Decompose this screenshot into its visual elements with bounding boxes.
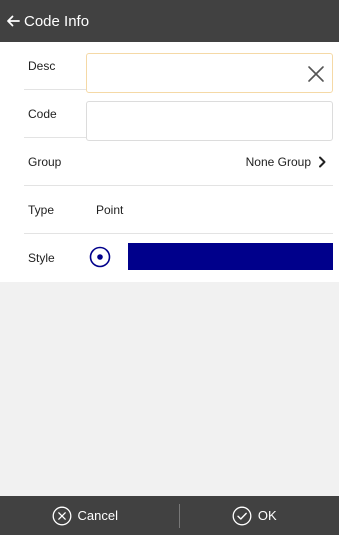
cancel-button[interactable]: Cancel (0, 496, 170, 535)
style-label: Style (28, 251, 55, 265)
footer-bar: Cancel OK (0, 496, 339, 535)
close-circle-icon (52, 506, 71, 525)
ok-label: OK (257, 508, 277, 523)
style-color-swatch[interactable] (128, 243, 333, 270)
desc-label: Desc (28, 58, 56, 73)
code-row: Code (24, 90, 333, 141)
code-label: Code (28, 106, 57, 121)
type-row: Type Point (24, 186, 333, 234)
code-info-form: Desc Code Group None Group Type Point St… (0, 42, 339, 282)
type-label: Type (28, 202, 55, 217)
style-row: Style (24, 234, 333, 282)
type-value: Point (96, 202, 124, 217)
code-field-container (86, 101, 333, 141)
page-title: Code Info (24, 12, 90, 30)
cancel-label: Cancel (77, 508, 118, 523)
chevron-right-icon[interactable] (317, 156, 327, 168)
header-bar: Code Info (0, 0, 339, 42)
ok-button[interactable]: OK (170, 496, 339, 535)
radio-selected-icon[interactable] (89, 246, 111, 268)
desc-input[interactable] (87, 54, 332, 92)
clear-icon[interactable] (306, 64, 326, 84)
group-value[interactable]: None Group (246, 155, 311, 169)
desc-row: Desc (24, 42, 333, 93)
group-row[interactable]: Group None Group (24, 138, 333, 186)
footer-divider (179, 504, 180, 528)
check-circle-icon (232, 506, 252, 525)
desc-field-container (86, 53, 333, 93)
code-input[interactable] (87, 102, 332, 140)
back-arrow-icon[interactable] (6, 14, 20, 28)
group-label: Group (28, 154, 62, 169)
